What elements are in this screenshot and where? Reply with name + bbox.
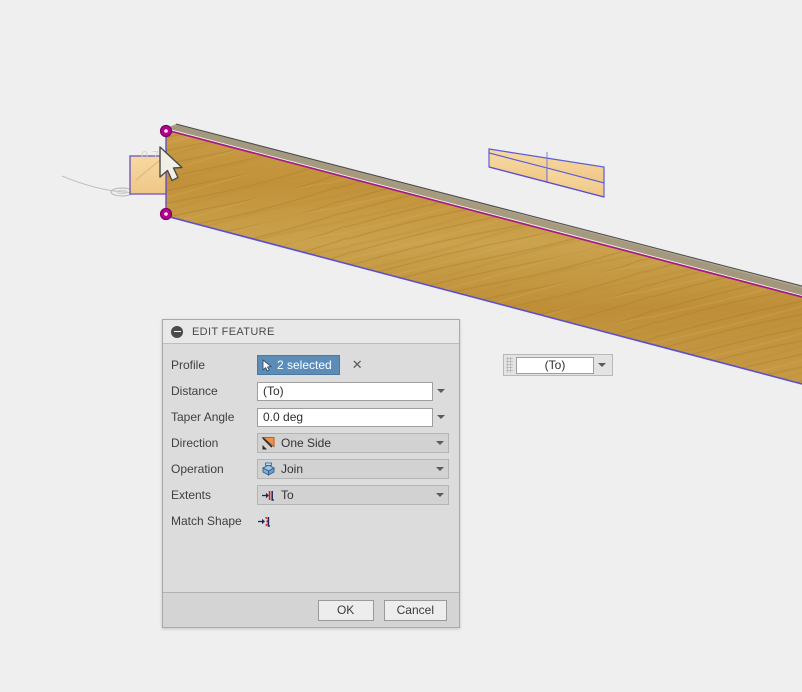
direction-combo[interactable]: One Side: [257, 433, 449, 453]
taper-angle-input[interactable]: 0.0 deg: [257, 407, 433, 427]
floating-dropdown-icon[interactable]: [594, 357, 610, 374]
dialog-footer: OK Cancel: [163, 592, 459, 627]
cursor-arrow-icon: [262, 359, 272, 371]
row-distance: Distance (To): [163, 378, 459, 404]
clear-selection-icon[interactable]: ✕: [352, 359, 363, 372]
join-solid-icon: [262, 462, 275, 476]
drag-grip-icon[interactable]: [506, 357, 513, 373]
distance-input[interactable]: (To): [257, 381, 433, 401]
extents-combo[interactable]: To: [257, 485, 449, 505]
minus-circle-icon[interactable]: [171, 325, 183, 338]
taper-angle-dropdown-icon[interactable]: [433, 408, 449, 427]
row-profile: Profile 2 selected ✕: [163, 352, 459, 378]
dialog-title: EDIT FEATURE: [192, 325, 275, 338]
cancel-button[interactable]: Cancel: [383, 599, 447, 621]
row-match-shape: Match Shape: [163, 508, 459, 534]
row-extents: Extents To: [163, 482, 459, 508]
operation-dropdown-icon[interactable]: [432, 460, 448, 479]
edit-feature-dialog[interactable]: EDIT FEATURE Profile 2 selected ✕ Distan…: [162, 319, 460, 628]
selected-profile-region: [488, 148, 605, 198]
match-shape-icon[interactable]: [257, 514, 272, 529]
profile-selected-count: 2 selected: [277, 358, 332, 372]
distance-dropdown-icon[interactable]: [433, 382, 449, 401]
ok-button[interactable]: OK: [317, 599, 374, 621]
row-direction: Direction One Side: [163, 430, 459, 456]
row-operation: Operation Join: [163, 456, 459, 482]
floating-distance-value[interactable]: (To): [516, 356, 594, 374]
profile-select-button[interactable]: 2 selected: [257, 355, 340, 375]
label-match-shape: Match Shape: [171, 514, 242, 528]
direction-value: One Side: [281, 436, 332, 450]
extents-value: To: [281, 488, 294, 502]
operation-combo[interactable]: Join: [257, 459, 449, 479]
label-operation: Operation: [171, 462, 224, 476]
row-taper-angle: Taper Angle 0.0 deg: [163, 404, 459, 430]
label-direction: Direction: [171, 436, 219, 450]
one-side-arrow-icon: [261, 436, 275, 449]
dialog-titlebar[interactable]: EDIT FEATURE: [163, 320, 459, 344]
label-distance: Distance: [171, 384, 218, 398]
extent-to-icon: [262, 490, 274, 501]
label-profile: Profile: [171, 358, 206, 372]
operation-value: Join: [281, 462, 304, 476]
label-taper-angle: Taper Angle: [171, 410, 235, 424]
label-extents: Extents: [171, 488, 212, 502]
floating-distance-input[interactable]: (To): [503, 354, 613, 376]
dialog-body: Profile 2 selected ✕ Distance (To) Taper: [163, 344, 459, 592]
direction-dropdown-icon[interactable]: [432, 434, 448, 453]
extents-dropdown-icon[interactable]: [432, 486, 448, 505]
